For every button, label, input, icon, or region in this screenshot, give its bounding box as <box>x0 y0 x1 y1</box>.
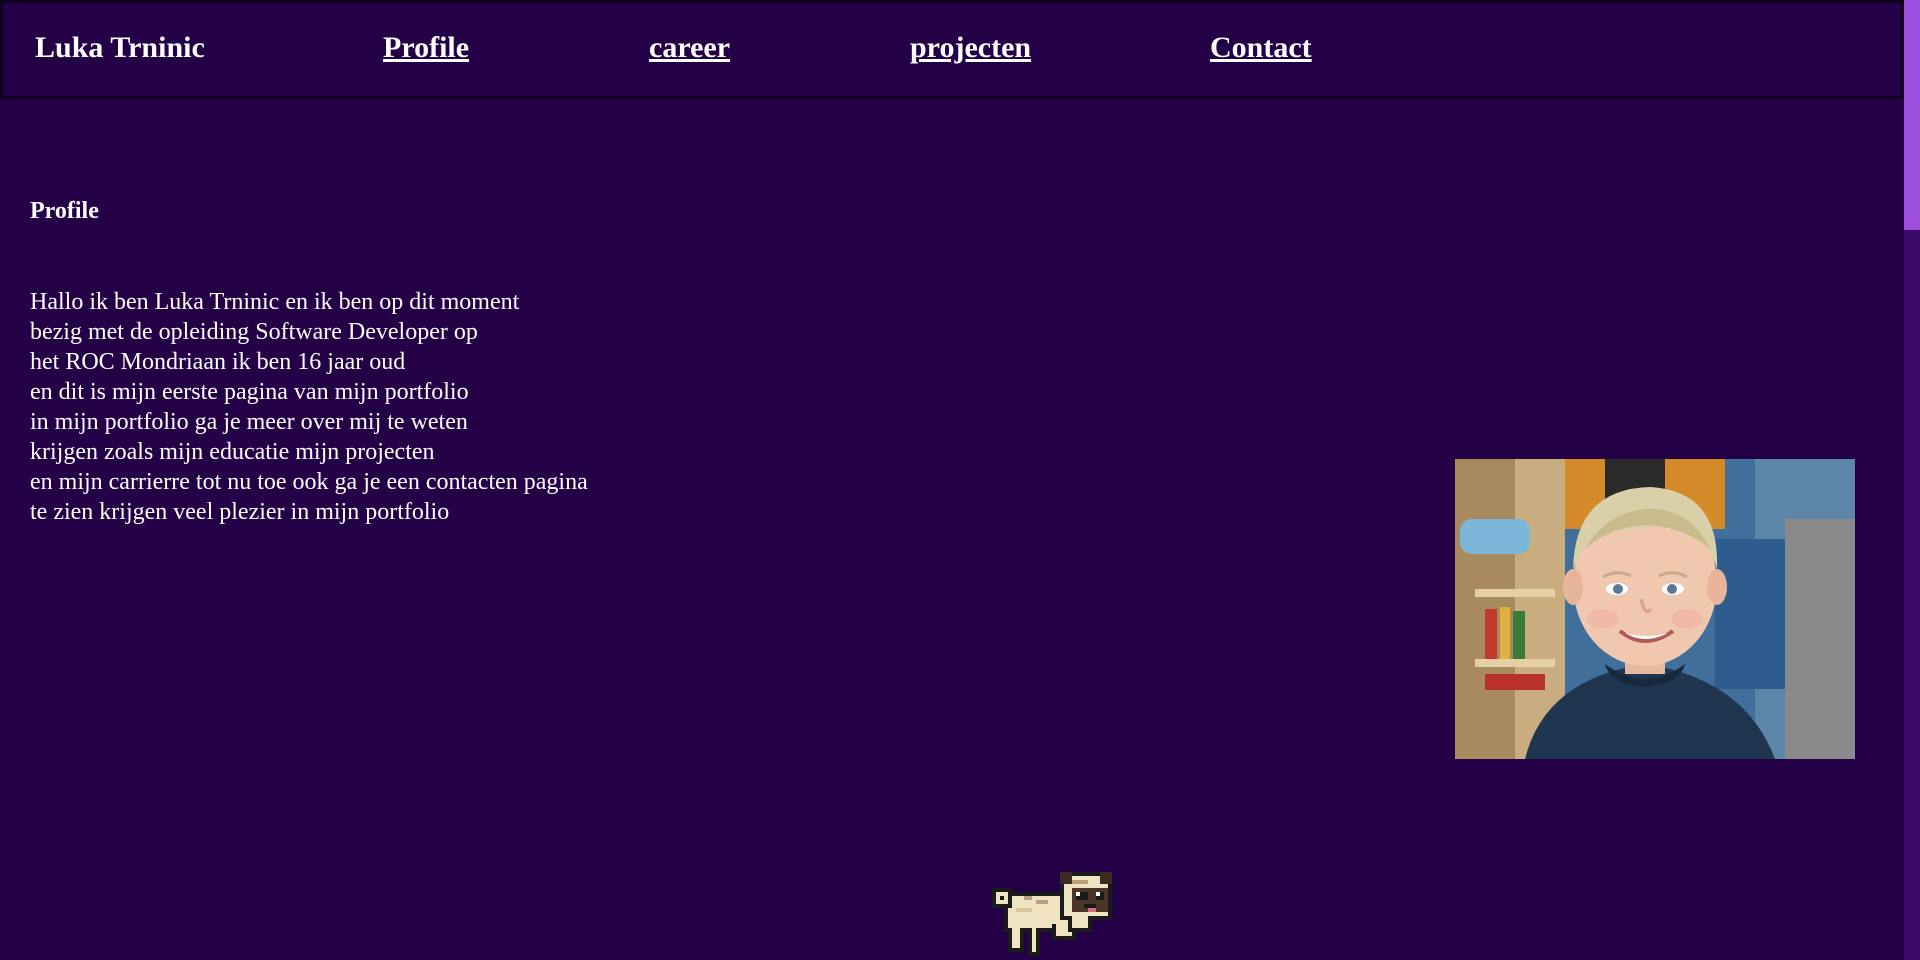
scrollbar-track[interactable] <box>1904 0 1920 960</box>
intro-line: in mijn portfolio ga je meer over mij te… <box>30 409 468 435</box>
profile-photo <box>1455 459 1855 759</box>
page: Luka Trninic Profile career projecten Co… <box>0 0 1920 960</box>
nav-link-contact[interactable]: Contact <box>1210 31 1312 65</box>
scrollbar-thumb[interactable] <box>1904 0 1920 230</box>
intro-line: en dit is mijn eerste pagina van mijn po… <box>30 379 469 405</box>
intro-line: Hallo ik ben Luka Trninic en ik ben op d… <box>30 289 520 315</box>
nav-link-projecten[interactable]: projecten <box>910 31 1031 65</box>
intro-line: en mijn carrierre tot nu toe ook ga je e… <box>30 469 588 495</box>
intro-line: het ROC Mondriaan ik ben 16 jaar oud <box>30 349 406 375</box>
intro-line: krijgen zoals mijn educatie mijn project… <box>30 439 435 465</box>
intro-line: bezig met de opleiding Software Develope… <box>30 319 478 345</box>
section-title: Profile <box>30 198 99 224</box>
site-header: Luka Trninic Profile career projecten Co… <box>0 0 1904 99</box>
intro-line: te zien krijgen veel plezier in mijn por… <box>30 499 450 525</box>
nav-link-profile[interactable]: Profile <box>383 31 469 65</box>
nav-link-career[interactable]: career <box>649 31 730 65</box>
site-brand: Luka Trninic <box>35 31 205 64</box>
intro-paragraph: Hallo ik ben Luka Trninic en ik ben op d… <box>30 287 588 527</box>
pug-icon <box>988 868 1120 960</box>
